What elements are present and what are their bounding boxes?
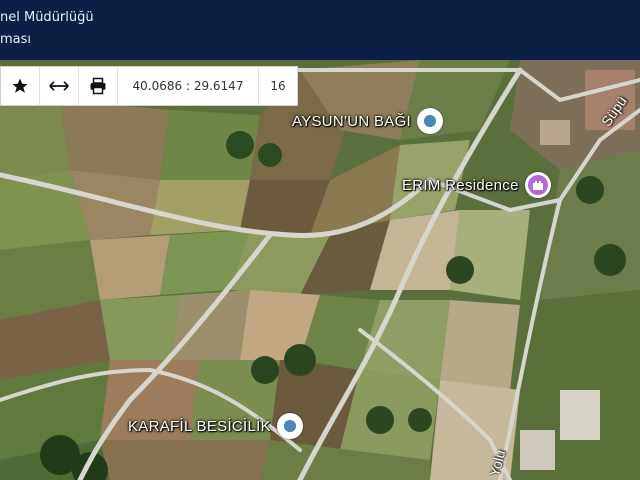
poi-label: KARAFİL BESİCİLİK: [128, 417, 271, 435]
coordinates-readout: 40.0686 : 29.6147: [118, 67, 259, 105]
horizontal-arrows-icon: [49, 81, 69, 91]
measure-button[interactable]: [40, 67, 79, 105]
poi-karafil-besicilik[interactable]: KARAFİL BESİCİLİK: [128, 413, 303, 439]
app-header: nel Müdürlüğü ması: [0, 0, 640, 60]
star-icon: [12, 78, 28, 93]
print-button[interactable]: [79, 67, 118, 105]
poi-erim-residence[interactable]: ERIM Residence: [402, 172, 551, 198]
map-pin-icon: [417, 108, 444, 134]
map-pin-icon: [276, 413, 303, 439]
poi-aysunun-bagi[interactable]: AYSUN'UN BAĞI: [292, 108, 444, 134]
zoom-level: 16: [270, 79, 286, 93]
favorite-button[interactable]: [1, 67, 40, 105]
header-subtitle: ması: [0, 32, 32, 47]
header-title: nel Müdürlüğü: [0, 10, 94, 25]
castle-pin-icon: [524, 172, 551, 198]
map-toolbar: 40.0686 : 29.6147 16: [0, 66, 298, 106]
printer-icon: [90, 77, 106, 95]
poi-label: AYSUN'UN BAĞI: [292, 112, 412, 130]
poi-label: ERIM Residence: [402, 176, 519, 194]
